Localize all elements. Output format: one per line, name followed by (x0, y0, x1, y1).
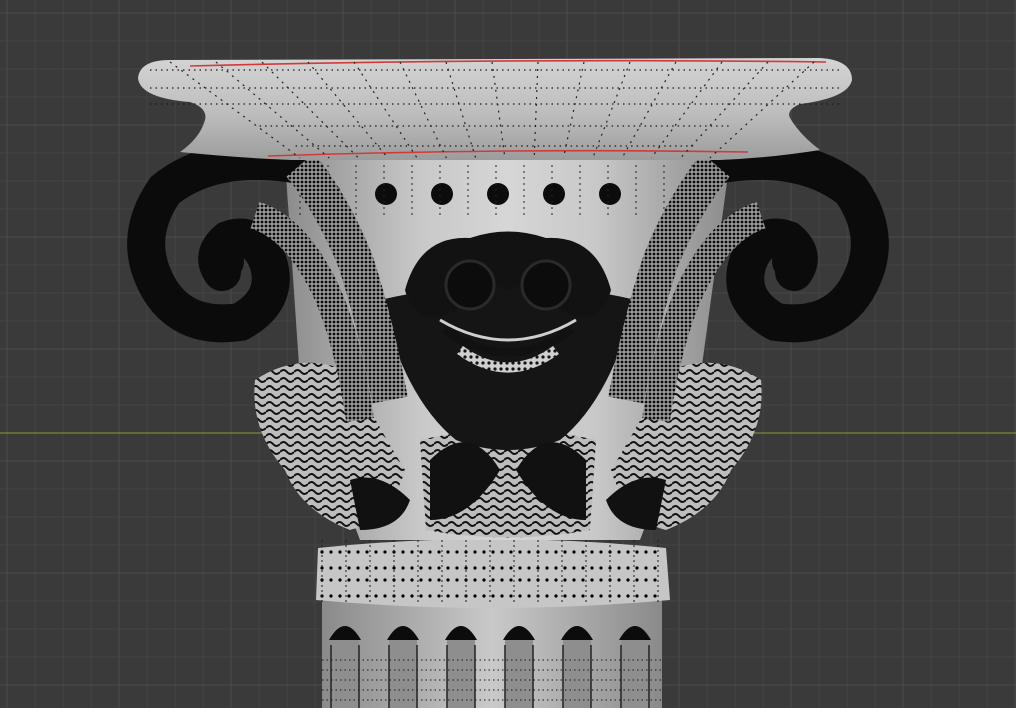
astragal-ring[interactable] (316, 539, 670, 608)
3d-viewport[interactable] (0, 0, 1016, 708)
abacus[interactable] (138, 58, 852, 160)
column-shaft[interactable] (322, 600, 662, 708)
viewport-canvas[interactable] (0, 0, 1016, 708)
